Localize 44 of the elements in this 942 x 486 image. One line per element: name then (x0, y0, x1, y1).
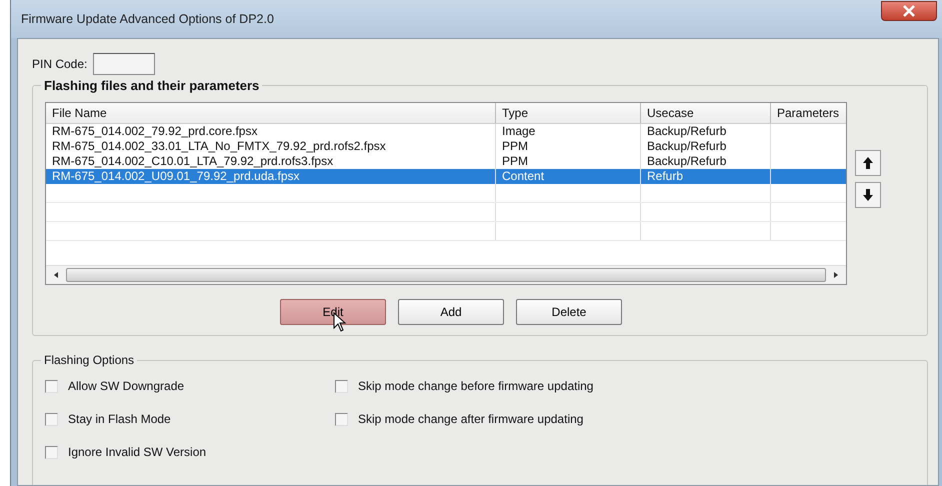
checkbox[interactable] (45, 446, 58, 458)
scrollbar-thumb[interactable] (66, 268, 826, 282)
table-cell: Image (496, 124, 641, 139)
file-row[interactable]: RM-675_014.002_U09.01_79.92_prd.uda.fpsx Content Refurb (46, 169, 846, 184)
action-button[interactable]: Delete (516, 299, 622, 325)
checkbox[interactable] (335, 412, 348, 426)
checkbox[interactable] (45, 412, 58, 426)
file-list[interactable] (45, 102, 847, 285)
arrow-up-icon (862, 156, 874, 170)
checkbox-label: Skip mode change before firmware updating (358, 379, 594, 393)
table-cell: RM-675_014.002_U09.01_79.92_prd.uda.fpsx (46, 169, 496, 184)
checkbox[interactable] (45, 380, 58, 392)
move-up-button[interactable] (855, 150, 881, 176)
close-button[interactable] (881, 1, 937, 21)
arrow-down-icon (862, 188, 874, 202)
column-header[interactable]: Parameters (771, 103, 846, 123)
file-row[interactable]: RM-675_014.002_79.92_prd.core.fpsx Image Backup/Refurb (46, 124, 846, 139)
group-title: Flashing Options (41, 353, 138, 367)
checkbox-label: Skip mode change after firmware updating (358, 412, 584, 426)
table-cell: Content (496, 169, 641, 184)
table-cell: PPM (496, 139, 641, 154)
table-cell: Backup/Refurb (641, 139, 771, 154)
file-row[interactable]: RM-675_014.002_33.01_LTA_No_FMTX_79.92_prd.rofs2.fpsx PPM Backup/Refurb (46, 139, 846, 154)
column-header[interactable]: Usecase (641, 103, 771, 123)
window-title: Firmware Update Advanced Options of DP2.0 (21, 12, 274, 26)
checkbox[interactable] (335, 380, 348, 392)
checkbox-label: Allow SW Downgrade (68, 379, 184, 393)
pin-code-label: PIN Code: (32, 57, 88, 71)
table-cell: Backup/Refurb (641, 124, 771, 139)
column-header[interactable]: File Name (46, 103, 496, 123)
column-header[interactable]: Type (496, 103, 641, 123)
scroll-left-icon[interactable] (52, 271, 60, 279)
close-icon (902, 5, 916, 17)
horizontal-scrollbar[interactable] (46, 265, 846, 284)
table-cell: Refurb (641, 169, 771, 184)
checkbox-label: Ignore Invalid SW Version (68, 445, 206, 459)
group-title: Flashing files and their parameters (41, 78, 262, 93)
table-cell: RM-675_014.002_79.92_prd.core.fpsx (46, 124, 496, 139)
checkbox-label: Stay in Flash Mode (68, 412, 171, 426)
table-cell: RM-675_014.002_33.01_LTA_No_FMTX_79.92_prd.rofs2.fpsx (46, 139, 496, 154)
action-button[interactable]: Add (398, 299, 504, 325)
scroll-right-icon[interactable] (832, 271, 840, 279)
pin-code-field[interactable] (93, 53, 156, 75)
move-down-button[interactable] (855, 182, 881, 208)
